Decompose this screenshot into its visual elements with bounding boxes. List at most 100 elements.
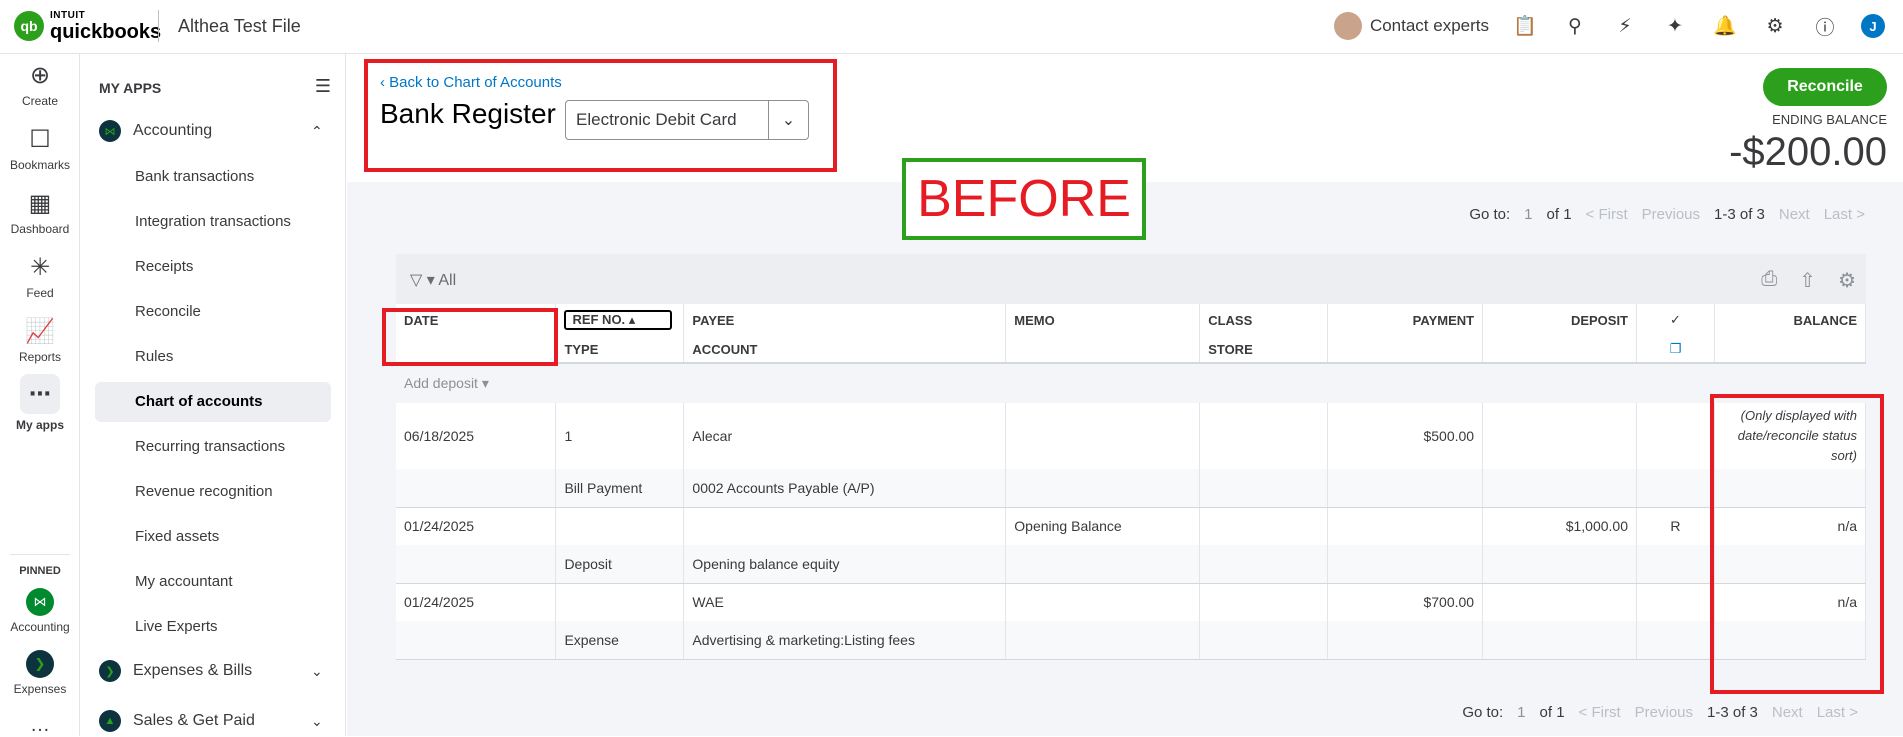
col-type[interactable]: TYPE — [555, 336, 685, 364]
row-date: 01/24/2025 — [396, 507, 557, 545]
nav-live-experts[interactable]: Live Experts — [95, 607, 331, 647]
add-deposit-button[interactable]: Add deposit ▾ — [396, 363, 1866, 403]
table-row[interactable]: 01/24/2025 WAE $700.00 n/a — [396, 583, 1867, 621]
filter-icon: ▽ — [410, 272, 423, 289]
col-ref-no[interactable]: REF NO. ▴ — [555, 304, 685, 336]
contact-experts-button[interactable]: Contact experts — [1333, 12, 1489, 40]
nav-reconcile[interactable]: Reconcile — [95, 292, 331, 332]
rail-dashboard[interactable]: ▦ Dashboard — [0, 190, 80, 236]
sales-section-header[interactable]: ▲ Sales & Get Paid ⌄ — [99, 710, 323, 732]
table-row[interactable]: 06/18/2025 1 Alecar $500.00 (Only displa… — [396, 403, 1867, 469]
feed-icon: ✳ — [29, 254, 51, 281]
bookmark-icon: ☐ — [29, 126, 51, 153]
filter-label: All — [438, 272, 457, 289]
bell-icon[interactable]: 🔔 — [1711, 12, 1739, 40]
row-deposit — [1482, 583, 1638, 621]
nav-integration-transactions[interactable]: Integration transactions — [95, 202, 331, 242]
table-row-detail[interactable]: Deposit Opening balance equity — [396, 545, 1867, 584]
export-icon[interactable]: ⇧ — [1799, 268, 1816, 293]
col-payment[interactable]: PAYMENT — [1327, 304, 1484, 336]
col-balance[interactable]: BALANCE — [1714, 304, 1867, 336]
nav-fixed-assets[interactable]: Fixed assets — [95, 517, 331, 557]
sort-asc-icon: ▴ — [628, 312, 636, 327]
pager-previous[interactable]: Previous — [1635, 704, 1693, 721]
print-icon[interactable]: ⎙ — [1761, 268, 1777, 293]
filter-button[interactable]: ▽ ▾ All — [410, 270, 456, 290]
pinned-section: PINNED — [10, 554, 70, 577]
annotation-red-box-date — [382, 308, 558, 366]
pager-goto-label: Go to: — [1469, 206, 1511, 223]
more-icon[interactable]: … — [0, 714, 80, 737]
row-type: Bill Payment — [555, 469, 685, 508]
nav-revenue-recognition[interactable]: Revenue recognition — [95, 472, 331, 512]
table-row[interactable]: 01/24/2025 Opening Balance $1,000.00 R n… — [396, 507, 1867, 545]
pager-first[interactable]: < First — [1579, 704, 1621, 721]
company-name: Althea Test File — [178, 16, 301, 36]
nav-rules[interactable]: Rules — [95, 337, 331, 377]
user-avatar[interactable]: J — [1861, 14, 1885, 38]
row-memo: Opening Balance — [1005, 507, 1201, 545]
nav-bank-transactions[interactable]: Bank transactions — [95, 157, 331, 197]
table-row-detail[interactable]: Bill Payment 0002 Accounts Payable (A/P) — [396, 469, 1867, 508]
copy-icon[interactable]: ❐ — [1636, 336, 1715, 364]
pager-previous[interactable]: Previous — [1642, 206, 1700, 223]
rail-bookmarks[interactable]: ☐ Bookmarks — [0, 126, 80, 172]
pager-last[interactable]: Last > — [1824, 206, 1865, 223]
search-icon[interactable]: ⚲ — [1561, 12, 1589, 40]
pager-first[interactable]: < First — [1586, 206, 1628, 223]
nav-my-accountant[interactable]: My accountant — [95, 562, 331, 602]
accounting-app-icon: ⋈ — [99, 120, 121, 142]
nav-receipts[interactable]: Receipts — [95, 247, 331, 287]
pager-range: 1-3 of 3 — [1707, 704, 1758, 721]
row-account: Opening balance equity — [683, 545, 1007, 584]
rail-my-apps[interactable]: ⋯ My apps — [0, 374, 80, 432]
col-class[interactable]: CLASS — [1199, 304, 1329, 336]
col-memo[interactable]: MEMO — [1005, 304, 1201, 336]
rail-reports[interactable]: 📈 Reports — [0, 318, 80, 364]
pager-page-input[interactable]: 1 — [1524, 206, 1532, 223]
clipboard-icon[interactable]: 📋 — [1511, 12, 1539, 40]
rail-feed[interactable]: ✳ Feed — [0, 254, 80, 300]
row-payee — [683, 507, 1007, 545]
collapse-nav-icon[interactable]: ☰ — [315, 76, 331, 97]
lightning-icon[interactable]: ⚡ — [1611, 12, 1639, 40]
pager-page-input[interactable]: 1 — [1517, 704, 1525, 721]
bottom-pager: Go to: 1 of 1 < First Previous 1-3 of 3 … — [1462, 704, 1858, 721]
table-row-detail[interactable]: Expense Advertising & marketing:Listing … — [396, 621, 1867, 660]
rail-pinned-expenses[interactable]: ❯ Expenses — [0, 650, 80, 696]
col-deposit[interactable]: DEPOSIT — [1482, 304, 1638, 336]
accounting-section-header[interactable]: ⋈ Accounting ⌃ — [99, 120, 323, 142]
gear-icon[interactable]: ⚙ — [1761, 12, 1789, 40]
pager-next[interactable]: Next — [1779, 206, 1810, 223]
col-reconcile-check[interactable]: ✓ — [1636, 304, 1715, 336]
expenses-app-icon: ❯ — [99, 660, 121, 682]
rail-dashboard-label: Dashboard — [10, 222, 70, 236]
expert-avatar — [1333, 12, 1362, 40]
quickbooks-logo[interactable]: qb INTUIT quickbooks — [14, 10, 161, 42]
logo-quickbooks-text: quickbooks — [50, 21, 162, 43]
rail-pinned-accounting[interactable]: ⋈ Accounting — [0, 588, 80, 634]
nav-chart-of-accounts[interactable]: Chart of accounts — [95, 382, 331, 422]
accounting-app-icon: ⋈ — [26, 588, 54, 616]
col-account[interactable]: ACCOUNT — [683, 336, 1007, 364]
apps-grid-icon: ⋯ — [20, 374, 60, 414]
row-memo — [1005, 583, 1201, 621]
col-payee[interactable]: PAYEE — [683, 304, 1007, 336]
left-rail: ⊕ Create ☐ Bookmarks ▦ Dashboard ✳ Feed … — [0, 54, 80, 736]
col-store[interactable]: STORE — [1199, 336, 1329, 364]
nav-recurring-transactions[interactable]: Recurring transactions — [95, 427, 331, 467]
col-ref-no-label: REF NO. — [572, 312, 626, 327]
annotation-red-box-balance — [1710, 394, 1884, 694]
settings-gear-icon[interactable]: ⚙ — [1838, 268, 1856, 293]
pager-next[interactable]: Next — [1772, 704, 1803, 721]
sales-app-icon: ▲ — [99, 710, 121, 732]
pager-range: 1-3 of 3 — [1714, 206, 1765, 223]
pager-of: of 1 — [1546, 206, 1572, 223]
row-deposit — [1482, 403, 1638, 469]
reconcile-button[interactable]: Reconcile — [1763, 68, 1887, 106]
pager-last[interactable]: Last > — [1817, 704, 1858, 721]
rail-create[interactable]: ⊕ Create — [0, 62, 80, 108]
help-icon[interactable]: ⓘ — [1811, 12, 1839, 40]
expenses-section-header[interactable]: ❯ Expenses & Bills ⌄ — [99, 660, 323, 682]
assistant-icon[interactable]: ✦ — [1661, 12, 1689, 40]
